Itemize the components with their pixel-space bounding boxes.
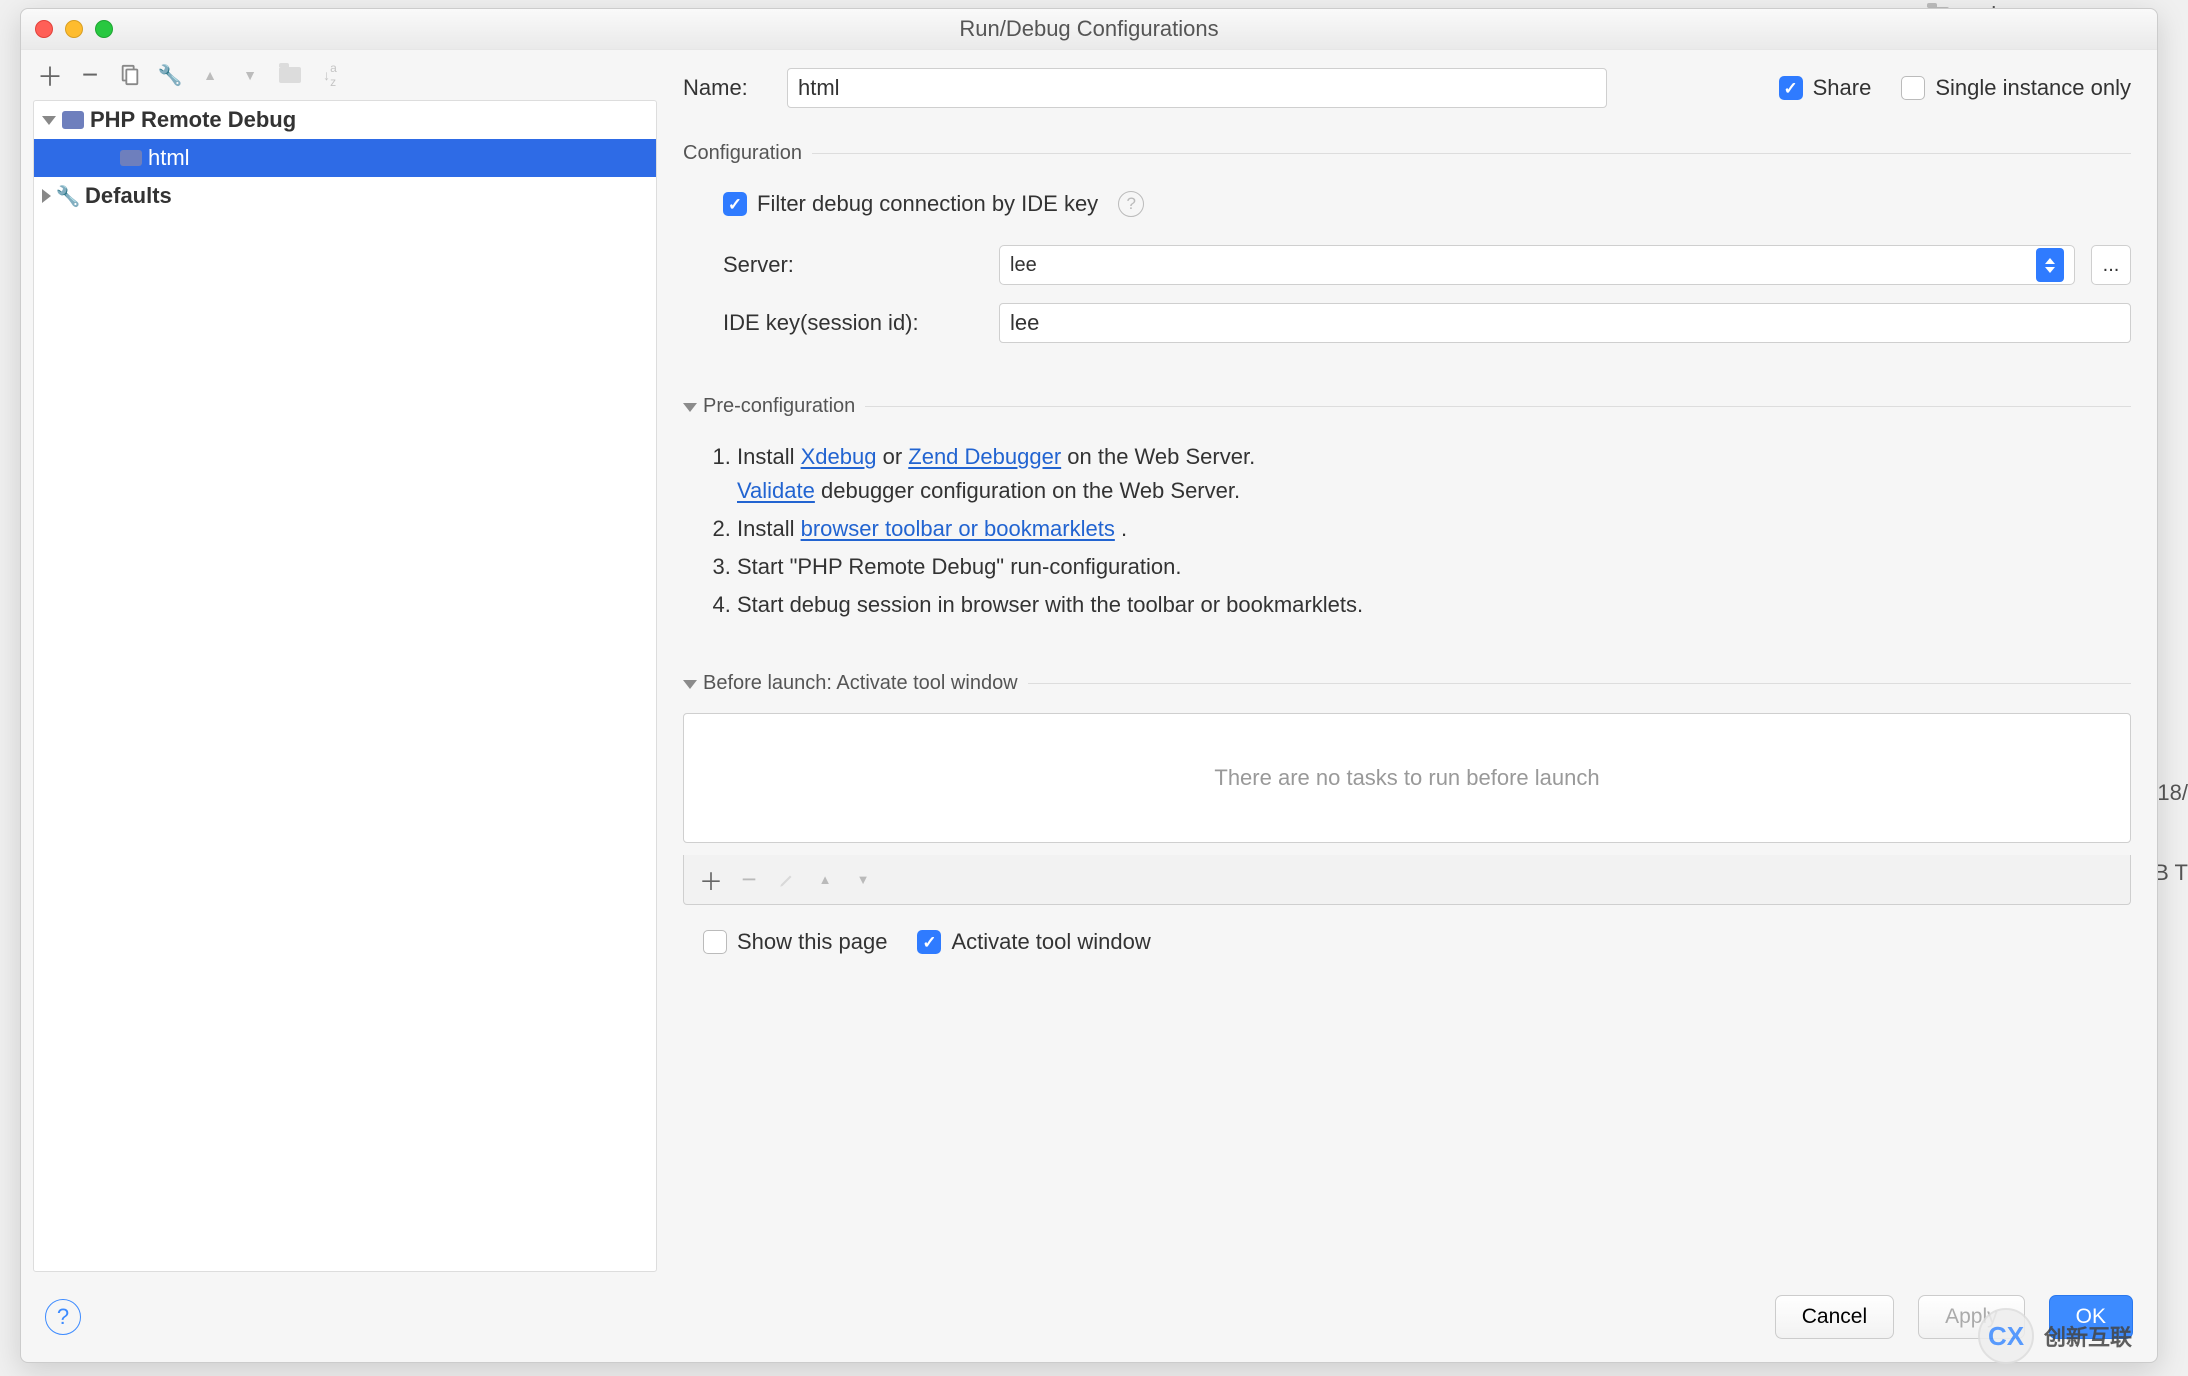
zend-debugger-link[interactable]: Zend Debugger bbox=[908, 444, 1061, 469]
checkbox-icon bbox=[1779, 76, 1803, 100]
name-label: Name: bbox=[683, 75, 773, 101]
edit-defaults-button[interactable]: 🔧 bbox=[153, 58, 187, 92]
before-launch-tasks: There are no tasks to run before launch bbox=[683, 713, 2131, 843]
folder-icon bbox=[279, 67, 301, 83]
add-task-button[interactable]: ＋ bbox=[694, 863, 728, 897]
activate-tool-window-checkbox[interactable]: Activate tool window bbox=[917, 929, 1150, 955]
php-icon bbox=[120, 147, 142, 169]
section-title: Pre-configuration bbox=[703, 395, 855, 418]
ide-key-input[interactable] bbox=[999, 303, 2131, 343]
before-launch-toolbar: ＋ − ▲ ▼ bbox=[683, 855, 2131, 905]
show-this-page-label: Show this page bbox=[737, 929, 887, 955]
config-form: Name: Share Single instance only bbox=[657, 50, 2157, 1272]
watermark-text: 创新互联 bbox=[2044, 1320, 2132, 1352]
text: . bbox=[1121, 516, 1127, 541]
php-icon bbox=[62, 109, 84, 131]
run-debug-dialog: Run/Debug Configurations ＋ − 🔧 ▲ ▼ ↓az bbox=[20, 8, 2158, 1363]
share-label: Share bbox=[1813, 75, 1872, 101]
config-tree: PHP Remote Debug html 🔧 Defaults bbox=[33, 100, 657, 1272]
remove-task-button[interactable]: − bbox=[732, 863, 766, 897]
show-this-page-checkbox[interactable]: Show this page bbox=[703, 929, 887, 955]
cancel-button[interactable]: Cancel bbox=[1775, 1295, 1894, 1339]
single-instance-checkbox[interactable]: Single instance only bbox=[1901, 75, 2131, 101]
section-title: Before launch: Activate tool window bbox=[703, 672, 1018, 695]
remove-button[interactable]: − bbox=[73, 58, 107, 92]
sidebar-toolbar: ＋ − 🔧 ▲ ▼ ↓az bbox=[21, 50, 657, 100]
chevron-down-icon bbox=[683, 672, 703, 695]
list-item: Start "PHP Remote Debug" run-configurati… bbox=[737, 550, 2131, 584]
section-configuration: Configuration bbox=[683, 142, 2131, 165]
server-value: lee bbox=[1010, 254, 1037, 277]
xdebug-link[interactable]: Xdebug bbox=[801, 444, 877, 469]
checkbox-icon bbox=[1901, 76, 1925, 100]
chevron-down-icon bbox=[42, 116, 56, 125]
task-down-button[interactable]: ▼ bbox=[846, 863, 880, 897]
pencil-icon bbox=[778, 871, 796, 889]
section-title: Configuration bbox=[683, 142, 802, 165]
tree-node-php-remote-debug[interactable]: PHP Remote Debug bbox=[34, 101, 656, 139]
checkbox-icon bbox=[917, 930, 941, 954]
checkbox-icon bbox=[703, 930, 727, 954]
edit-task-button[interactable] bbox=[770, 863, 804, 897]
tree-node-label: html bbox=[148, 145, 190, 171]
wrench-icon: 🔧 bbox=[158, 63, 183, 88]
move-up-button[interactable]: ▲ bbox=[193, 58, 227, 92]
filter-ide-key-checkbox[interactable]: Filter debug connection by IDE key bbox=[723, 191, 1098, 217]
text: Install bbox=[737, 444, 801, 469]
help-icon[interactable]: ? bbox=[1118, 191, 1144, 217]
select-arrows-icon bbox=[2036, 248, 2064, 282]
tree-node-defaults[interactable]: 🔧 Defaults bbox=[34, 177, 656, 215]
text: debugger configuration on the Web Server… bbox=[821, 478, 1240, 503]
server-label: Server: bbox=[723, 252, 983, 278]
copy-icon bbox=[119, 64, 141, 86]
section-before-launch[interactable]: Before launch: Activate tool window bbox=[683, 672, 2131, 695]
bg-text-2: B T bbox=[2154, 860, 2188, 886]
dialog-body: ＋ − 🔧 ▲ ▼ ↓az bbox=[21, 50, 2157, 1362]
chevron-down-icon bbox=[683, 395, 703, 418]
add-button[interactable]: ＋ bbox=[33, 58, 67, 92]
server-browse-button[interactable]: ... bbox=[2091, 245, 2131, 285]
share-checkbox[interactable]: Share bbox=[1779, 75, 1872, 101]
sort-button[interactable]: ↓az bbox=[313, 58, 347, 92]
activate-tool-label: Activate tool window bbox=[951, 929, 1150, 955]
no-tasks-text: There are no tasks to run before launch bbox=[1214, 765, 1599, 791]
text: on the Web Server. bbox=[1067, 444, 1255, 469]
watermark: CX 创新互联 bbox=[1978, 1306, 2178, 1366]
tree-node-html[interactable]: html bbox=[34, 139, 656, 177]
help-button[interactable]: ? bbox=[45, 1299, 81, 1335]
tree-node-label: PHP Remote Debug bbox=[90, 107, 296, 133]
wrench-icon: 🔧 bbox=[57, 185, 79, 207]
text: Install bbox=[737, 516, 801, 541]
dialog-footer: ? Cancel Apply OK bbox=[21, 1272, 2157, 1362]
copy-button[interactable] bbox=[113, 58, 147, 92]
server-select[interactable]: lee bbox=[999, 245, 2075, 285]
list-item: Install browser toolbar or bookmarklets … bbox=[737, 512, 2131, 546]
ide-key-label: IDE key(session id): bbox=[723, 310, 983, 336]
watermark-logo-icon: CX bbox=[1978, 1308, 2034, 1364]
list-item: Install Xdebug or Zend Debugger on the W… bbox=[737, 440, 2131, 508]
tree-node-label: Defaults bbox=[85, 183, 172, 209]
preconfiguration-list: Install Xdebug or Zend Debugger on the W… bbox=[737, 436, 2131, 626]
titlebar: Run/Debug Configurations bbox=[21, 9, 2157, 50]
list-item: Start debug session in browser with the … bbox=[737, 588, 2131, 622]
chevron-right-icon bbox=[42, 189, 51, 203]
folder-button[interactable] bbox=[273, 58, 307, 92]
bg-text-1: 18/ bbox=[2157, 780, 2188, 806]
task-up-button[interactable]: ▲ bbox=[808, 863, 842, 897]
checkbox-icon bbox=[723, 192, 747, 216]
validate-link[interactable]: Validate bbox=[737, 478, 815, 503]
browser-toolbar-link[interactable]: browser toolbar or bookmarklets bbox=[801, 516, 1115, 541]
name-input[interactable] bbox=[787, 68, 1607, 108]
filter-label: Filter debug connection by IDE key bbox=[757, 191, 1098, 217]
dialog-title: Run/Debug Configurations bbox=[21, 16, 2157, 42]
text: or bbox=[883, 444, 909, 469]
single-instance-label: Single instance only bbox=[1935, 75, 2131, 101]
move-down-button[interactable]: ▼ bbox=[233, 58, 267, 92]
section-preconfiguration[interactable]: Pre-configuration bbox=[683, 395, 2131, 418]
